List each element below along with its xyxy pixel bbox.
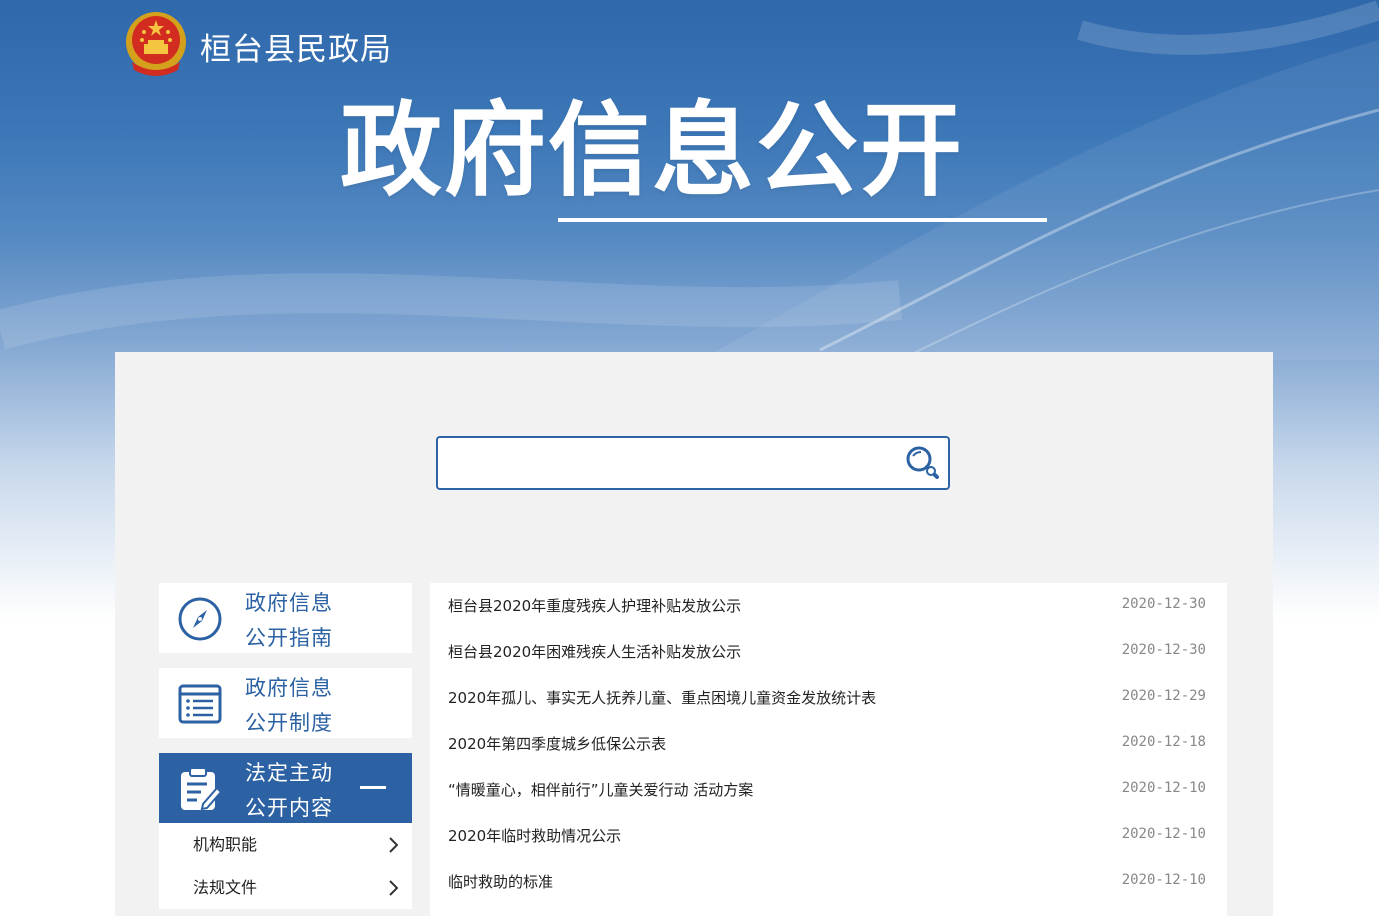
news-title[interactable]: 2020年第四季度城乡低保公示表 — [448, 733, 666, 754]
sub-item-label: 机构职能 — [193, 835, 258, 854]
list-item[interactable]: 桓台县2020年重度残疾人护理补贴发放公示 2020-12-30 — [430, 583, 1227, 629]
label-line-2: 公开指南 — [245, 626, 333, 650]
hero-underline — [558, 218, 1047, 222]
list-item[interactable]: 桓台县2020年困难残疾人生活补贴发放公示 2020-12-30 — [430, 629, 1227, 675]
label-line-1: 法定主动 — [245, 761, 333, 785]
news-title[interactable]: 桓台县2020年困难残疾人生活补贴发放公示 — [448, 641, 741, 662]
collapse-minus-icon[interactable] — [360, 786, 386, 789]
sidebar-item-disclosure-system[interactable]: 政府信息 公开制度 — [159, 668, 412, 738]
list-item[interactable]: 2020年第四季度城乡低保公示表 2020-12-18 — [430, 721, 1227, 767]
news-title[interactable]: 2020年临时救助情况公示 — [448, 825, 621, 846]
sidebar-sub-list: 机构职能 法规文件 — [159, 823, 412, 909]
news-date: 2020-12-30 — [1121, 642, 1206, 658]
sub-item-label: 法规文件 — [193, 878, 258, 897]
news-title[interactable]: “情暖童心，相伴前行”儿童关爱行动 活动方案 — [448, 779, 753, 800]
news-date: 2020-12-29 — [1121, 688, 1206, 704]
sidebar-item-disclosure-guide[interactable]: 政府信息 公开指南 — [159, 583, 412, 653]
label-line-1: 政府信息 — [245, 676, 333, 700]
search-icon — [906, 446, 939, 479]
site-name: 桓台县民政局 — [200, 32, 392, 68]
sidebar: 政府信息 公开指南 政府信息 公开制度 法定主动 公开内容 机构职能 法规文件 — [159, 583, 412, 909]
label-line-2: 公开内容 — [245, 796, 333, 820]
sidebar-item-statutory-content[interactable]: 法定主动 公开内容 — [159, 753, 412, 823]
list-document-icon — [177, 681, 223, 727]
list-item[interactable]: 临时救助的标准 2020-12-10 — [430, 859, 1227, 905]
national-emblem-icon — [124, 10, 188, 80]
list-item[interactable]: “情暖童心，相伴前行”儿童关爱行动 活动方案 2020-12-10 — [430, 767, 1227, 813]
sidebar-item-label: 政府信息 公开制度 — [245, 671, 333, 741]
news-list: 桓台县2020年重度残疾人护理补贴发放公示 2020-12-30 桓台县2020… — [430, 583, 1227, 916]
clipboard-edit-icon — [177, 766, 223, 812]
search-button[interactable] — [902, 443, 944, 483]
news-title[interactable]: 临时救助的标准 — [448, 871, 553, 892]
news-title[interactable]: 2020年孤儿、事实无人抚养儿童、重点困境儿童资金发放统计表 — [448, 687, 876, 708]
label-line-2: 公开制度 — [245, 711, 333, 735]
list-item[interactable]: 2020年临时救助情况公示 2020-12-10 — [430, 813, 1227, 859]
chevron-right-icon — [389, 837, 398, 853]
list-item[interactable]: 2020年孤儿、事实无人抚养儿童、重点困境儿童资金发放统计表 2020-12-2… — [430, 675, 1227, 721]
sidebar-item-label: 政府信息 公开指南 — [245, 586, 333, 656]
label-line-1: 政府信息 — [245, 591, 333, 615]
compass-icon — [177, 596, 223, 642]
search-input[interactable] — [446, 444, 896, 482]
sub-item-regulation-documents[interactable]: 法规文件 — [159, 866, 412, 909]
news-date: 2020-12-10 — [1121, 826, 1206, 842]
news-date: 2020-12-30 — [1121, 596, 1206, 612]
search-box — [436, 436, 950, 490]
news-date: 2020-12-10 — [1121, 872, 1206, 888]
main-panel: 政府信息 公开指南 政府信息 公开制度 法定主动 公开内容 机构职能 法规文件 … — [115, 352, 1273, 916]
hero-title: 政府信息公开 — [340, 92, 964, 211]
news-date: 2020-12-10 — [1121, 780, 1206, 796]
news-date: 2020-12-18 — [1121, 734, 1206, 750]
news-title[interactable]: 桓台县2020年重度残疾人护理补贴发放公示 — [448, 595, 741, 616]
sub-item-institution-functions[interactable]: 机构职能 — [159, 823, 412, 866]
sidebar-item-label: 法定主动 公开内容 — [245, 756, 333, 826]
chevron-right-icon — [389, 880, 398, 896]
